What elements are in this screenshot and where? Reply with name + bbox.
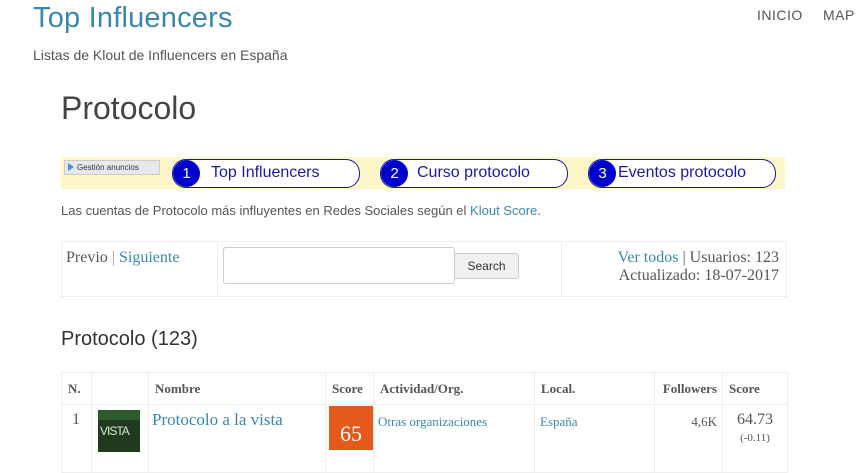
row-avatar-cell: VISTA: [91, 404, 149, 473]
updated-date: Actualizado: 18-07-2017: [618, 267, 779, 284]
influencer-name-link[interactable]: Protocolo a la vista: [152, 410, 283, 429]
row-score-cell: 65: [325, 404, 374, 473]
ad-link-curso-protocolo[interactable]: 2 Curso protocolo: [380, 159, 568, 188]
row-followers: 4,6K: [654, 404, 723, 473]
row-score-value-cell: 64.73 (-0.11): [722, 404, 788, 473]
view-all-link[interactable]: Ver todos: [618, 249, 679, 266]
site-tagline: Listas de Klout de Influencers en España: [33, 47, 288, 63]
ad-number-badge: 1: [173, 160, 200, 187]
ad-number-badge: 3: [589, 160, 616, 187]
ad-link-label: Eventos protocolo: [618, 164, 747, 181]
row-location-cell: España: [534, 404, 655, 473]
location-link[interactable]: España: [540, 414, 578, 429]
search-button[interactable]: Search: [454, 253, 519, 279]
ad-link-eventos-protocolo[interactable]: 3 Eventos protocolo: [588, 159, 776, 188]
page-title: Protocolo: [61, 90, 197, 126]
site-title[interactable]: Top Influencers: [33, 2, 233, 35]
col-header-score-value: Score: [722, 372, 788, 405]
prev-label: Previo: [66, 249, 108, 266]
score-change: (-0.11): [740, 432, 770, 444]
ad-link-label: Curso protocolo: [417, 164, 530, 181]
ad-choices-label[interactable]: Gestión anuncios: [64, 160, 160, 175]
ad-number-badge: 2: [381, 160, 408, 187]
activity-link[interactable]: Otras organizaciones: [378, 414, 487, 429]
section-title: Protocolo (123): [61, 328, 198, 350]
ad-link-top-influencers[interactable]: 1 Top Influencers: [172, 159, 360, 188]
table-header-row: N. Nombre Score Actividad/Org. Local. Fo…: [61, 372, 788, 405]
influencer-table: N. Nombre Score Actividad/Org. Local. Fo…: [61, 372, 788, 473]
col-header-score: Score: [325, 372, 374, 405]
pager-nav: Previo | Siguiente: [66, 249, 180, 266]
col-header-location: Local.: [534, 372, 655, 405]
col-header-activity: Actividad/Org.: [373, 372, 535, 405]
col-header-name: Nombre: [148, 372, 326, 405]
pager-info: Ver todos | Usuarios: 123 Actualizado: 1…: [618, 249, 779, 285]
klout-score-badge: 65: [329, 406, 373, 450]
intro-text: Las cuentas de Protocolo más influyentes…: [61, 203, 541, 218]
col-header-followers: Followers: [654, 372, 723, 405]
score-value: 64.73: [737, 411, 773, 428]
nav-inicio[interactable]: INICIO: [757, 7, 803, 23]
next-link[interactable]: Siguiente: [119, 249, 179, 266]
users-count: | Usuarios: 123: [682, 249, 779, 266]
ad-link-label: Top Influencers: [211, 164, 320, 181]
search-input[interactable]: [223, 247, 455, 284]
col-header-n: N.: [61, 372, 92, 405]
table-row: 1 VISTA Protocolo a la vista 65 Otras or…: [61, 404, 788, 473]
klout-score-link[interactable]: Klout Score: [470, 203, 537, 218]
col-header-avatar: [91, 372, 149, 405]
row-activity-cell: Otras organizaciones: [373, 404, 535, 473]
row-name-cell: Protocolo a la vista: [148, 404, 326, 473]
ad-choices-icon: [68, 163, 74, 171]
row-rank: 1: [61, 404, 92, 473]
avatar[interactable]: VISTA: [98, 410, 140, 452]
nav-map[interactable]: MAP: [823, 7, 855, 23]
